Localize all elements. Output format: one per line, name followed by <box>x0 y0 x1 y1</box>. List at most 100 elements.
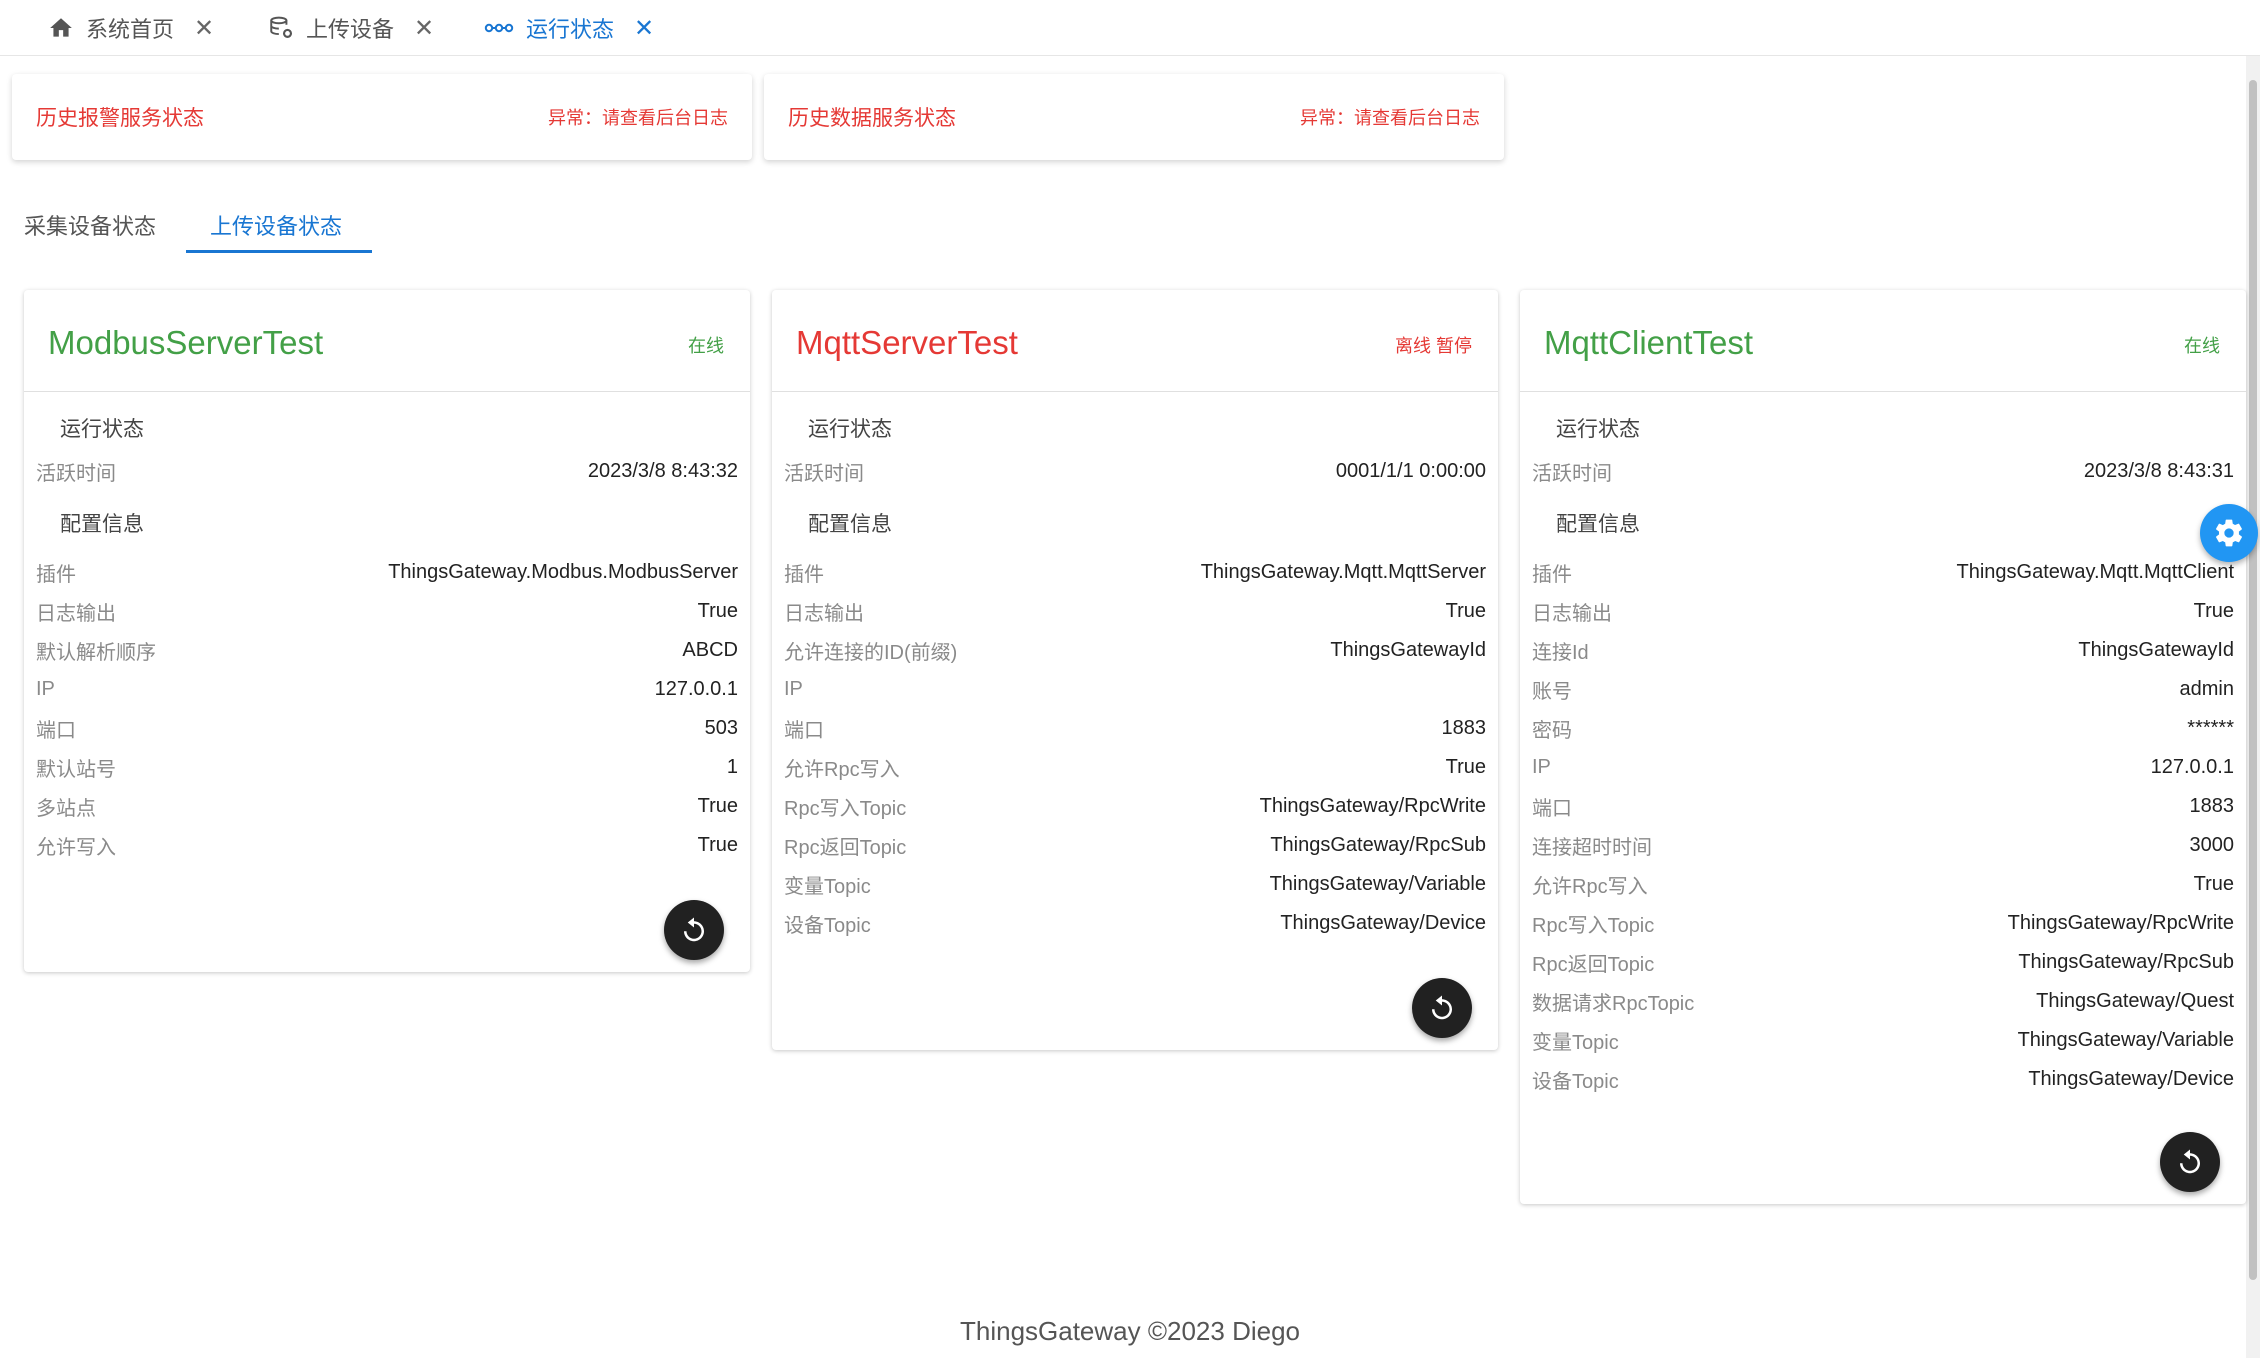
config-row: Rpc写入Topic ThingsGateway/RpcWrite <box>1520 904 2246 943</box>
config-value: 1883 <box>1441 717 1487 739</box>
device-name: ModbusServerTest <box>48 324 324 361</box>
settings-button[interactable] <box>2200 504 2258 562</box>
config-row: Rpc写入Topic ThingsGateway/RpcWrite <box>772 787 1498 826</box>
config-row: 端口 1883 <box>772 709 1498 748</box>
config-value: 1883 <box>2189 795 2235 817</box>
config-row: 插件 ThingsGateway.Modbus.ModbusServer <box>24 553 750 592</box>
config-key: 账号 <box>1532 681 1572 703</box>
restart-button[interactable] <box>2160 1132 2220 1192</box>
history-service-title: 历史数据服务状态 <box>788 107 956 130</box>
config-row: 变量Topic ThingsGateway/Variable <box>1520 1021 2246 1060</box>
config-row: 数据请求RpcTopic ThingsGateway/Quest <box>1520 982 2246 1021</box>
config-key: 端口 <box>784 720 824 742</box>
config-key: 多站点 <box>36 798 96 820</box>
tab-collect-device-status[interactable]: 采集设备状态 <box>24 196 156 254</box>
config-value: True <box>2193 873 2234 895</box>
config-row: 插件 ThingsGateway.Mqtt.MqttClient <box>1520 553 2246 592</box>
scrollbar-thumb[interactable] <box>2249 80 2257 1280</box>
tab-indicator <box>186 250 372 253</box>
tab-run-status[interactable]: 运行状态 ✕ <box>484 0 654 56</box>
device-card-modbus-server: ModbusServerTest 在线 运行状态 活跃时间 2023/3/8 8… <box>24 290 750 972</box>
config-value: ThingsGateway/RpcSub <box>1270 834 1486 856</box>
config-value: True <box>697 600 738 622</box>
config-value: admin <box>2179 678 2234 700</box>
active-time-row: 活跃时间 2023/3/8 8:43:31 <box>1520 452 2246 491</box>
device-card-mqtt-client: MqttClientTest 在线 运行状态 活跃时间 2023/3/8 8:4… <box>1520 290 2246 1204</box>
config-list: 插件 ThingsGateway.Modbus.ModbusServer 日志输出 T… <box>24 553 750 865</box>
tab-home[interactable]: 系统首页 ✕ <box>48 0 214 56</box>
restart-button[interactable] <box>664 900 724 960</box>
run-status-section: 运行状态 <box>1556 418 1640 441</box>
tab-upload-device-label: 上传设备 <box>306 17 395 42</box>
vertical-scrollbar[interactable] <box>2246 56 2260 1358</box>
active-time-label: 活跃时间 <box>1532 463 1612 485</box>
restart-icon <box>1432 995 1452 1020</box>
config-section: 配置信息 <box>808 513 892 536</box>
config-row: 允许连接的ID(前缀) ThingsGatewayId <box>772 631 1498 670</box>
active-time-row: 活跃时间 2023/3/8 8:43:32 <box>24 452 750 491</box>
restart-button[interactable] <box>1412 978 1472 1038</box>
config-value: ThingsGateway/RpcSub <box>2018 951 2234 973</box>
run-status-section: 运行状态 <box>808 418 892 441</box>
config-row: 允许Rpc写入 True <box>772 748 1498 787</box>
history-service-card: 历史数据服务状态 异常：请查看后台日志 <box>764 74 1504 160</box>
device-card-mqtt-server: MqttServerTest 离线 暂停 运行状态 活跃时间 0001/1/1 … <box>772 290 1498 1050</box>
config-row: IP <box>772 670 1498 709</box>
config-row: 账号 admin <box>1520 670 2246 709</box>
config-value: 127.0.0.1 <box>654 678 738 700</box>
history-service-status: 异常：请查看后台日志 <box>1300 108 1480 128</box>
config-section: 配置信息 <box>60 513 144 536</box>
alarm-service-title: 历史报警服务状态 <box>36 107 204 130</box>
config-value: True <box>697 795 738 817</box>
config-key: IP <box>784 678 803 700</box>
device-card-header: MqttServerTest 离线 暂停 <box>772 290 1498 392</box>
alarm-service-card: 历史报警服务状态 异常：请查看后台日志 <box>12 74 752 160</box>
close-icon[interactable]: ✕ <box>634 14 654 43</box>
restart-icon <box>2180 1149 2200 1174</box>
config-value: ThingsGatewayId <box>2078 639 2234 661</box>
config-row: 密码 ****** <box>1520 709 2246 748</box>
config-row: 允许写入 True <box>24 826 750 865</box>
active-time-value: 0001/1/1 0:00:00 <box>1335 460 1486 482</box>
config-row: 日志输出 True <box>1520 592 2246 631</box>
config-value: ThingsGateway/RpcWrite <box>2007 912 2234 934</box>
config-value: ABCD <box>682 639 738 661</box>
config-key: Rpc写入Topic <box>1532 915 1655 937</box>
config-row: 插件 ThingsGateway.Mqtt.MqttServer <box>772 553 1498 592</box>
config-row: 默认解析顺序 ABCD <box>24 631 750 670</box>
config-row: Rpc返回Topic ThingsGateway/RpcSub <box>1520 943 2246 982</box>
tab-upload-device-status[interactable]: 上传设备状态 <box>210 196 342 254</box>
config-value: ThingsGateway/RpcWrite <box>1259 795 1486 817</box>
config-value: ThingsGateway.Mqtt.MqttServer <box>1200 561 1486 583</box>
active-time-label: 活跃时间 <box>784 463 864 485</box>
dots-link-icon <box>484 23 514 33</box>
config-key: 允许Rpc写入 <box>784 759 900 781</box>
config-value: 3000 <box>2189 834 2235 856</box>
tab-run-status-label: 运行状态 <box>526 17 615 42</box>
gear-icon <box>2216 519 2242 547</box>
config-row: 变量Topic ThingsGateway/Variable <box>772 865 1498 904</box>
active-time-value: 2023/3/8 8:43:31 <box>2083 460 2234 482</box>
device-status: 离线 暂停 <box>1394 336 1472 356</box>
active-time-value: 2023/3/8 8:43:32 <box>587 460 738 482</box>
config-list: 插件 ThingsGateway.Mqtt.MqttClient 日志输出 True 连… <box>1520 553 2246 1099</box>
config-value: 1 <box>726 756 738 778</box>
tab-upload-device[interactable]: 上传设备 ✕ <box>268 0 434 56</box>
tab-home-label: 系统首页 <box>86 17 175 42</box>
close-icon[interactable]: ✕ <box>194 14 214 43</box>
config-key: 端口 <box>36 720 76 742</box>
restart-icon <box>684 917 704 942</box>
config-key: 连接超时时间 <box>1532 837 1652 859</box>
config-value: True <box>2193 600 2234 622</box>
config-key: Rpc返回Topic <box>1532 954 1655 976</box>
config-key: 插件 <box>36 564 76 586</box>
close-icon[interactable]: ✕ <box>414 14 434 43</box>
config-row: IP 127.0.0.1 <box>1520 748 2246 787</box>
footer-copyright: ThingsGateway ©2023 Diego <box>959 1316 1301 1346</box>
config-key: 允许Rpc写入 <box>1532 876 1648 898</box>
config-list: 插件 ThingsGateway.Mqtt.MqttServer 日志输出 True 允… <box>772 553 1498 943</box>
config-key: 日志输出 <box>1532 603 1612 625</box>
config-key: 变量Topic <box>784 876 871 898</box>
alarm-service-status: 异常：请查看后台日志 <box>548 108 728 128</box>
config-key: IP <box>36 678 55 700</box>
